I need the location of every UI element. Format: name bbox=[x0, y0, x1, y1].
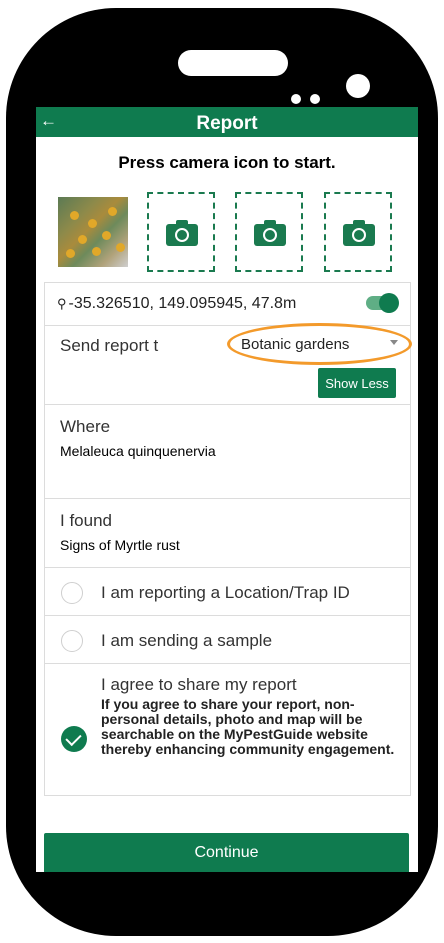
send-report-label: Send report t bbox=[60, 336, 159, 355]
photo-thumbnail[interactable] bbox=[58, 197, 128, 267]
option-location-trap[interactable]: I am reporting a Location/Trap ID bbox=[45, 568, 410, 616]
map-pin-icon: ⚲ bbox=[57, 296, 67, 311]
camera-icon bbox=[254, 220, 286, 246]
phone-speaker bbox=[178, 50, 288, 76]
camera-slot[interactable] bbox=[147, 192, 215, 272]
show-less-button[interactable]: Show Less bbox=[318, 368, 396, 398]
app-bar: ← Report bbox=[36, 107, 418, 137]
page-title: Report bbox=[196, 113, 258, 134]
option-sending-sample[interactable]: I am sending a sample bbox=[45, 616, 410, 664]
where-field[interactable]: Where Melaleuca quinquenervia bbox=[45, 405, 410, 499]
location-row: ⚲ -35.326510, 149.095945, 47.8m bbox=[45, 283, 410, 326]
app-screen: ← Report Press camera icon to start. ⚲ -3… bbox=[36, 107, 418, 872]
camera-icon bbox=[166, 220, 198, 246]
camera-slot[interactable] bbox=[235, 192, 303, 272]
highlight-ellipse bbox=[227, 323, 412, 365]
send-report-row: Send report t Botanic gardens bbox=[45, 323, 412, 366]
location-coordinates: -35.326510, 149.095945, 47.8m bbox=[68, 295, 297, 312]
check-circle-icon[interactable] bbox=[61, 726, 87, 752]
radio-button[interactable] bbox=[61, 582, 83, 604]
continue-button[interactable]: Continue bbox=[44, 833, 409, 872]
phone-sensor-dot bbox=[310, 94, 320, 104]
agree-share-row[interactable]: I agree to share my report If you agree … bbox=[45, 664, 410, 795]
where-value: Melaleuca quinquenervia bbox=[60, 443, 216, 459]
camera-slot[interactable] bbox=[324, 192, 392, 272]
gps-toggle[interactable] bbox=[366, 293, 399, 313]
option-label: I am sending a sample bbox=[101, 631, 273, 650]
found-value: Signs of Myrtle rust bbox=[60, 537, 180, 553]
phone-front-camera bbox=[346, 74, 370, 98]
radio-button[interactable] bbox=[61, 630, 83, 652]
found-label: I found bbox=[60, 511, 112, 530]
option-label: I am reporting a Location/Trap ID bbox=[101, 583, 350, 602]
where-label: Where bbox=[60, 417, 111, 436]
phone-sensor-dot bbox=[291, 94, 301, 104]
found-field[interactable]: I found Signs of Myrtle rust bbox=[45, 499, 410, 568]
instruction-text: Press camera icon to start. bbox=[118, 153, 336, 172]
agree-title: I agree to share my report bbox=[101, 675, 297, 694]
report-form: ⚲ -35.326510, 149.095945, 47.8m Send repo… bbox=[44, 282, 412, 796]
agree-description: If you agree to share your report, non-p… bbox=[101, 696, 395, 757]
camera-icon bbox=[343, 220, 375, 246]
show-less-row: Show Less bbox=[45, 366, 410, 405]
